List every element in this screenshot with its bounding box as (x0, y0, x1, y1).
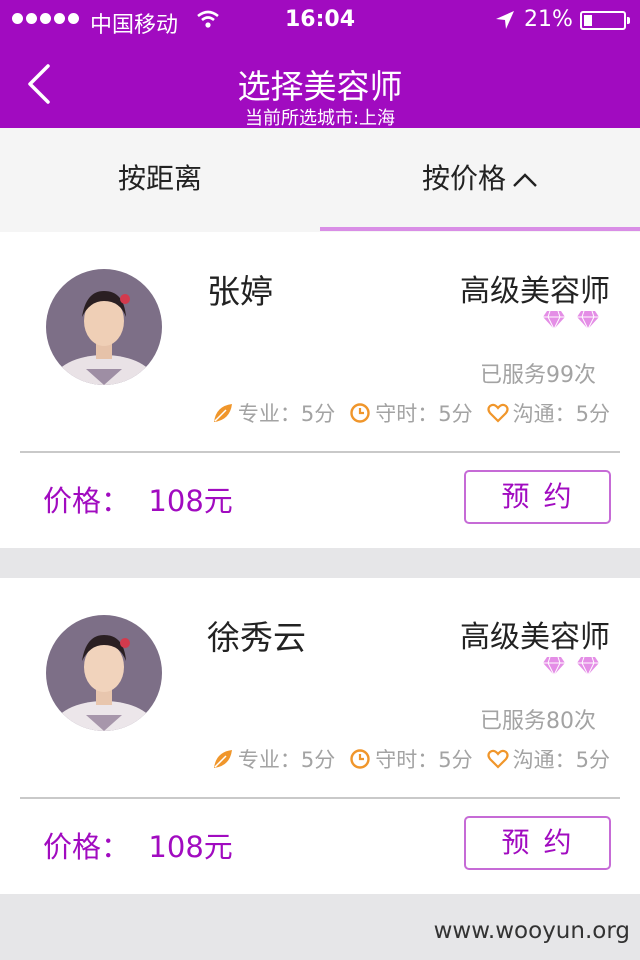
beautician-name: 徐秀云 (207, 618, 306, 657)
rating-label: 专业： (237, 748, 301, 772)
rating-punctuality: 守时： 5分 (349, 398, 473, 428)
rating-label: 守时： (375, 748, 439, 772)
rating-label: 守时： (375, 402, 439, 426)
active-tab-indicator (320, 227, 640, 231)
rank-diamonds (542, 310, 600, 330)
diamond-icon (577, 656, 599, 676)
clock-icon (350, 749, 370, 769)
heart-icon (487, 749, 509, 769)
rating-value: 5分 (575, 748, 610, 772)
divider (20, 451, 620, 453)
avatar (46, 269, 162, 385)
ratings-row: 专业： 5分 守时： 5分 沟通： 5分 (198, 744, 610, 774)
beautician-level: 高级美容师 (460, 620, 610, 655)
beautician-card[interactable]: 张婷 高级美容师 已服务99次 专业： 5分 守时： 5分 沟通： 5分 价格：… (0, 232, 640, 548)
beautician-name: 张婷 (207, 272, 273, 311)
served-count: 已服务99次 (480, 363, 596, 388)
book-button[interactable]: 预约 (464, 470, 611, 524)
avatar (46, 615, 162, 731)
rating-value: 5分 (575, 402, 610, 426)
price-label: 价格： 108元 (43, 484, 233, 518)
heart-icon (487, 403, 509, 423)
location-arrow-icon (496, 11, 514, 29)
rating-label: 沟通： (512, 402, 576, 426)
tab-price-label: 按价格 (421, 162, 506, 195)
rating-communication: 沟通： 5分 (487, 398, 610, 428)
rating-communication: 沟通： 5分 (487, 744, 610, 774)
sort-tabs: 按距离 按价格 (0, 128, 640, 232)
status-bar: 中国移动 16:04 21% (0, 0, 640, 40)
diamond-icon (543, 310, 565, 330)
rating-value: 5分 (438, 402, 473, 426)
nav-bar: 选择美容师 当前所选城市:上海 (0, 40, 640, 129)
ratings-row: 专业： 5分 守时： 5分 沟通： 5分 (198, 398, 610, 428)
beautician-card[interactable]: 徐秀云 高级美容师 已服务80次 专业： 5分 守时： 5分 沟通： 5分 价格… (0, 578, 640, 894)
rating-professional: 专业： 5分 (212, 744, 335, 774)
rating-professional: 专业： 5分 (212, 398, 335, 428)
rating-label: 沟通： (512, 748, 576, 772)
tab-distance-label: 按距离 (117, 162, 202, 195)
leaf-icon (213, 750, 232, 768)
price-label: 价格： 108元 (43, 830, 233, 864)
tab-sort-by-distance[interactable]: 按距离 (0, 128, 320, 232)
page-subtitle: 当前所选城市:上海 (244, 108, 396, 129)
rating-punctuality: 守时： 5分 (349, 744, 473, 774)
page-title: 选择美容师 (237, 67, 403, 106)
chevron-up-icon (513, 173, 537, 187)
rating-value: 5分 (300, 748, 336, 772)
divider (20, 797, 620, 799)
diamond-icon (577, 310, 599, 330)
leaf-icon (213, 404, 232, 422)
rating-value: 5分 (300, 402, 336, 426)
clock-icon (350, 403, 370, 423)
rating-label: 专业： (237, 402, 301, 426)
book-button[interactable]: 预约 (464, 816, 611, 870)
served-count: 已服务80次 (480, 709, 596, 734)
watermark: www.wooyun.org (433, 918, 630, 944)
rating-value: 5分 (438, 748, 473, 772)
diamond-icon (543, 656, 565, 676)
rank-diamonds (542, 656, 600, 676)
battery-icon (580, 11, 630, 30)
battery-percent: 21% (524, 7, 573, 32)
tab-sort-by-price[interactable]: 按价格 (320, 128, 640, 232)
beautician-level: 高级美容师 (460, 274, 610, 309)
